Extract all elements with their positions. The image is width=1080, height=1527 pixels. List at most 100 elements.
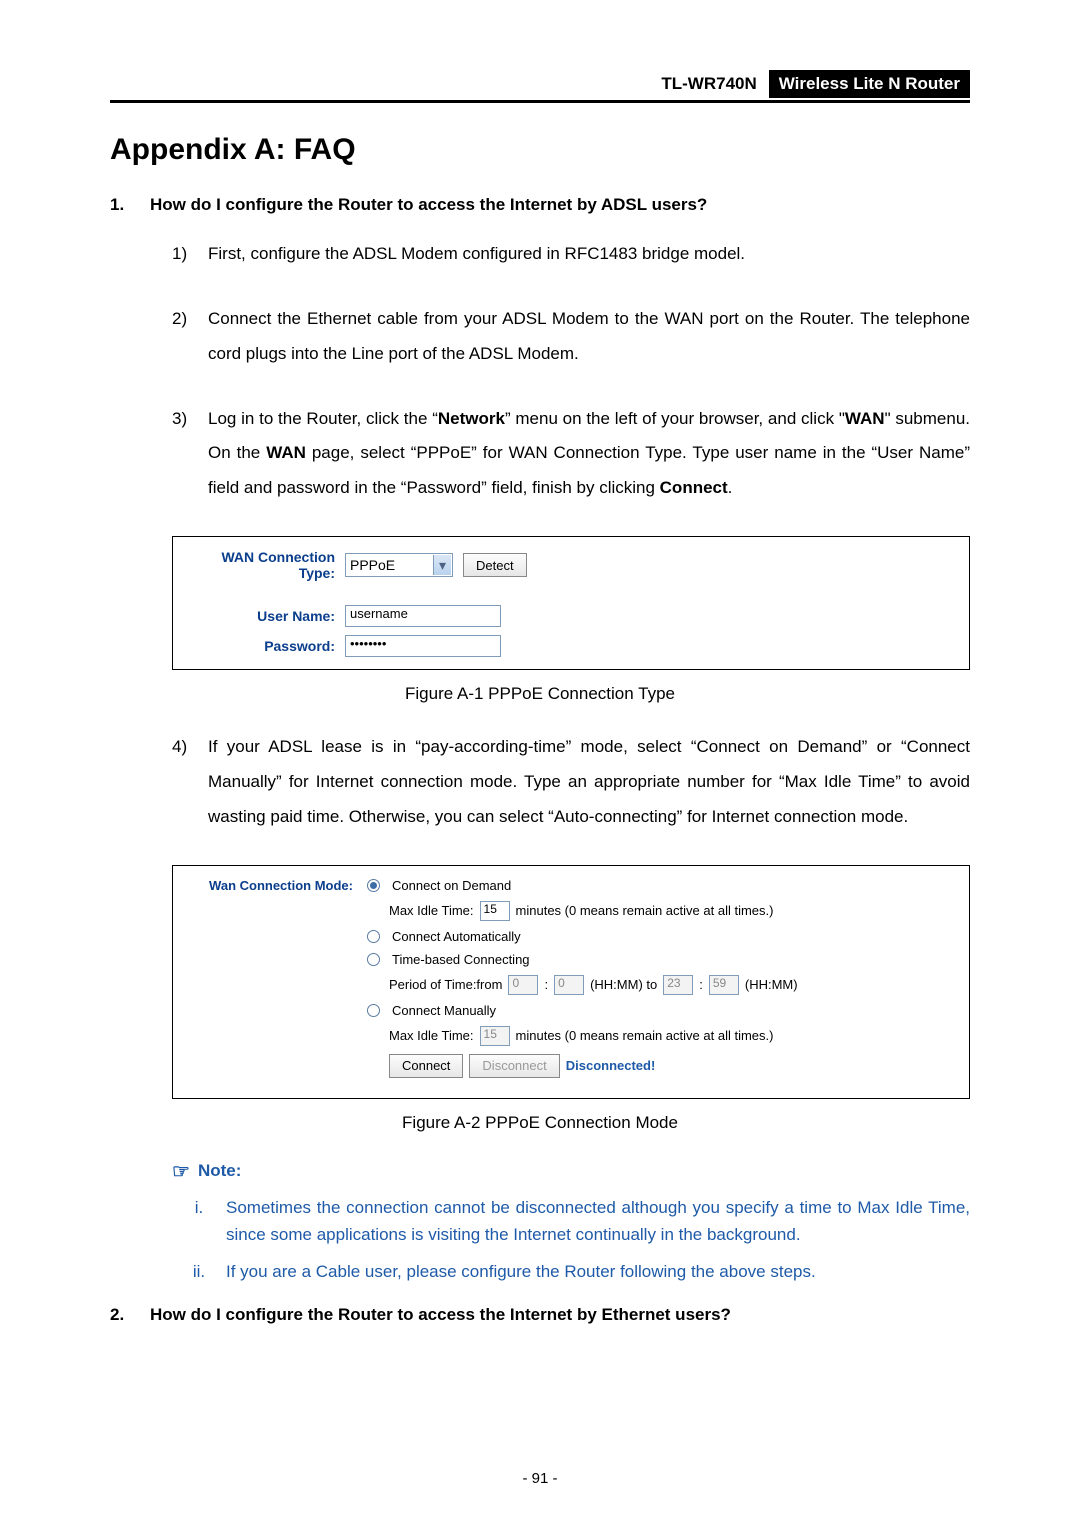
label: Max Idle Time: [389,1028,474,1043]
note-label: Note: [198,1161,241,1181]
radio-icon [367,1004,380,1017]
note-number: ii. [172,1258,226,1285]
figure-caption: Figure A-2 PPPoE Connection Mode [110,1113,970,1133]
step-number: 4) [172,730,208,835]
wan-type-select[interactable]: PPPoE ▾ [345,553,453,577]
note-text: Sometimes the connection cannot be disco… [226,1194,970,1248]
option-label: Connect Automatically [392,929,521,944]
faq-number: 2. [110,1305,150,1325]
period-row: Period of Time:from 0 : 0 (HH:MM) to 23 … [389,975,955,995]
step-text: Connect the Ethernet cable from your ADS… [208,302,970,372]
form-row: User Name: username [187,605,955,627]
page-header: TL-WR740N Wireless Lite N Router [110,70,970,103]
username-input[interactable]: username [345,605,501,627]
product-name: Wireless Lite N Router [769,70,970,98]
chevron-down-icon: ▾ [433,555,451,575]
field-label: Password: [187,638,345,654]
max-idle-input[interactable]: 15 [480,901,510,921]
radio-icon [367,953,380,966]
connect-button[interactable]: Connect [389,1054,463,1078]
text: ” menu on the left of your browser, and … [505,409,845,428]
faq-question: 1. How do I configure the Router to acce… [110,195,970,215]
note-item: i. Sometimes the connection cannot be di… [172,1194,970,1248]
option-label: Connect on Demand [392,878,511,893]
step-number: 1) [172,237,208,272]
label: Max Idle Time: [389,903,474,918]
text: . [728,478,733,497]
idle-row: Max Idle Time: 15 minutes (0 means remai… [389,1026,955,1046]
option-label: Time-based Connecting [392,952,530,967]
step-list: 4) If your ADSL lease is in “pay-accordi… [172,730,970,835]
note-item: ii. If you are a Cable user, please conf… [172,1258,970,1285]
label: (HH:MM) to [590,977,657,992]
faq-number: 1. [110,195,150,215]
label: Period of Time:from [389,977,502,992]
faq-list: 1. How do I configure the Router to acce… [110,195,970,1325]
bold: WAN [845,409,885,428]
idle-row: Max Idle Time: 15 minutes (0 means remai… [389,901,955,921]
option-label: Connect Manually [392,1003,496,1018]
faq-item: 2. How do I configure the Router to acce… [110,1305,970,1325]
radio-option[interactable]: Connect Automatically [367,929,955,944]
text: Log in to the Router, click the “ [208,409,438,428]
period-from-mm[interactable]: 0 [554,975,584,995]
password-input[interactable]: •••••••• [345,635,501,657]
action-row: Connect Disconnect Disconnected! [389,1054,955,1078]
period-from-hh[interactable]: 0 [508,975,538,995]
step-number: 3) [172,402,208,507]
label: minutes (0 means remain active at all ti… [516,903,774,918]
step-text: First, configure the ADSL Modem configur… [208,237,970,272]
period-to-hh[interactable]: 23 [663,975,693,995]
hand-point-icon: ☞ [172,1159,190,1184]
field-label: WAN Connection Type: [187,549,345,581]
note-text: If you are a Cable user, please configur… [226,1258,970,1285]
step-item: 1) First, configure the ADSL Modem confi… [172,237,970,272]
step-text: If your ADSL lease is in “pay-according-… [208,730,970,835]
faq-question: 2. How do I configure the Router to acce… [110,1305,970,1325]
field-label: Wan Connection Mode: [187,878,367,1086]
detect-button[interactable]: Detect [463,553,527,577]
faq-item: 1. How do I configure the Router to acce… [110,195,970,1285]
step-item: 4) If your ADSL lease is in “pay-accordi… [172,730,970,835]
page-title: Appendix A: FAQ [110,133,970,167]
note-heading: ☞ Note: [172,1159,970,1184]
step-list: 1) First, configure the ADSL Modem confi… [172,237,970,506]
figure-a1: WAN Connection Type: PPPoE ▾ Detect User… [172,536,970,670]
model-code: TL-WR740N [661,74,756,94]
label: minutes (0 means remain active at all ti… [516,1028,774,1043]
disconnect-button[interactable]: Disconnect [469,1054,559,1078]
step-item: 3) Log in to the Router, click the “Netw… [172,402,970,507]
radio-option[interactable]: Connect on Demand [367,878,955,893]
radio-icon [367,879,380,892]
step-item: 2) Connect the Ethernet cable from your … [172,302,970,372]
label: (HH:MM) [745,977,798,992]
figure-a2: Wan Connection Mode: Connect on Demand M… [172,865,970,1099]
step-text: Log in to the Router, click the “Network… [208,402,970,507]
note-number: i. [172,1194,226,1248]
radio-icon [367,930,380,943]
step-number: 2) [172,302,208,372]
radio-option[interactable]: Time-based Connecting [367,952,955,967]
figure-caption: Figure A-1 PPPoE Connection Type [110,684,970,704]
form-row: Wan Connection Mode: Connect on Demand M… [187,878,955,1086]
field-label: User Name: [187,608,345,624]
faq-text: How do I configure the Router to access … [150,195,970,215]
bold: Network [438,409,505,428]
faq-text: How do I configure the Router to access … [150,1305,970,1325]
page-number: - 91 - [0,1470,1080,1487]
form-row: WAN Connection Type: PPPoE ▾ Detect [187,549,955,581]
status-text: Disconnected! [566,1058,656,1073]
text: page, select “PPPoE” for WAN Connection … [208,443,970,497]
form-row: Password: •••••••• [187,635,955,657]
colon: : [699,977,703,992]
select-value: PPPoE [350,557,395,573]
period-to-mm[interactable]: 59 [709,975,739,995]
document-page: TL-WR740N Wireless Lite N Router Appendi… [0,0,1080,1527]
mode-options: Connect on Demand Max Idle Time: 15 minu… [367,878,955,1086]
colon: : [544,977,548,992]
max-idle-input-2[interactable]: 15 [480,1026,510,1046]
radio-option[interactable]: Connect Manually [367,1003,955,1018]
note-list: i. Sometimes the connection cannot be di… [172,1194,970,1286]
bold: WAN [266,443,306,462]
bold: Connect [660,478,728,497]
